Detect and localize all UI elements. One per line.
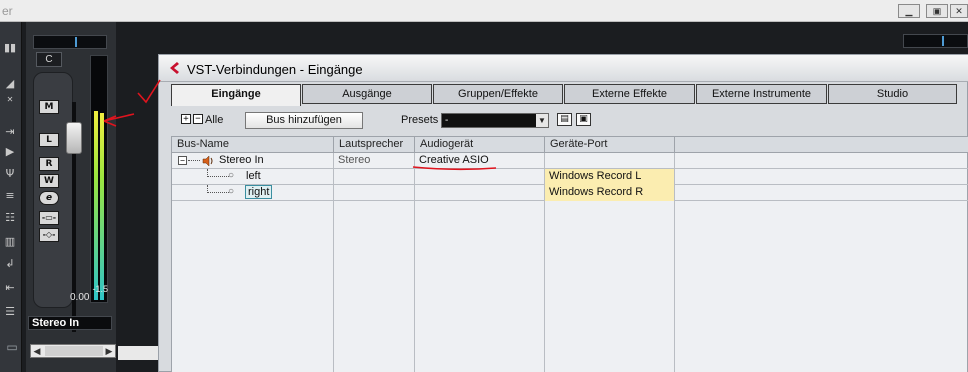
presets-select[interactable]: - ▼ xyxy=(441,113,549,128)
channel-node-icon: ○ xyxy=(228,186,235,197)
meter-bar-left xyxy=(94,111,98,300)
edit-button[interactable]: e xyxy=(39,191,59,205)
tree-connector xyxy=(207,169,229,177)
volume-fader[interactable] xyxy=(66,122,82,154)
channel-mode-label: C xyxy=(36,52,62,67)
device-cell[interactable]: Creative ASIO xyxy=(415,153,545,169)
channel-scrollbar[interactable]: ◀ ▶ xyxy=(30,344,116,358)
meter-bar-right xyxy=(100,113,104,300)
bus-name-cell[interactable]: Stereo In xyxy=(216,153,334,169)
bars-icon[interactable]: ▮▮ xyxy=(3,42,17,54)
keys-icon[interactable]: ▥ xyxy=(3,236,17,248)
column-header-empty xyxy=(675,137,968,153)
host-window-title: er xyxy=(2,4,13,18)
collapse-icon[interactable]: − xyxy=(178,156,187,165)
fader-value: 0.00 xyxy=(70,292,90,303)
tab-external-instruments[interactable]: Externe Instrumente xyxy=(696,84,827,104)
read-button[interactable]: R xyxy=(39,157,59,171)
channel-name[interactable]: Stereo In xyxy=(28,316,112,330)
all-label: Alle xyxy=(205,114,224,126)
background-pan-control xyxy=(903,34,968,48)
speaker-cell[interactable] xyxy=(334,185,415,201)
device-cell[interactable] xyxy=(415,185,545,201)
tab-inputs[interactable]: Eingänge xyxy=(171,84,301,106)
input-icon[interactable]: ⇥ xyxy=(3,126,17,138)
write-button[interactable]: W xyxy=(39,174,59,188)
scroll-right-icon[interactable]: ▶ xyxy=(103,345,115,357)
minimize-button[interactable]: ▁ xyxy=(898,4,920,18)
collapse-all-icon[interactable]: − xyxy=(193,114,203,124)
presets-value: - xyxy=(445,115,449,126)
shape-icon[interactable]: ◢ xyxy=(3,78,17,90)
insert-icon[interactable]: -▭- xyxy=(39,211,59,225)
vst-connections-dialog: VST-Verbindungen - Eingänge Eingänge Aus… xyxy=(158,54,968,372)
tab-external-effects[interactable]: Externe Effekte xyxy=(564,84,695,104)
output-icon[interactable]: ⇤ xyxy=(3,282,17,294)
tree-connector xyxy=(188,160,200,161)
column-header-speaker[interactable]: Lautsprecher xyxy=(334,137,415,153)
lines-icon[interactable]: ≡ xyxy=(3,190,17,202)
presets-label: Presets xyxy=(401,114,439,126)
device-cell[interactable] xyxy=(415,169,545,185)
link-icon[interactable]: -◇- xyxy=(39,228,59,242)
expand-all-icon[interactable]: + xyxy=(181,114,191,124)
bus-name-cell[interactable]: right xyxy=(242,185,334,201)
dialog-titlebar: VST-Verbindungen - Eingänge xyxy=(159,55,968,82)
channel-node-icon: ○ xyxy=(228,170,235,181)
speaker-icon xyxy=(202,155,213,167)
bus-name-selected[interactable]: right xyxy=(244,185,273,199)
tree-connector xyxy=(207,185,229,193)
close-button[interactable]: ✕ xyxy=(950,4,968,18)
port-cell[interactable] xyxy=(545,153,675,169)
host-titlebar: er ▁ ▣ ✕ xyxy=(0,0,968,22)
pan-marker xyxy=(942,36,944,46)
sliders-icon[interactable]: ☷ xyxy=(3,212,17,224)
maximize-button[interactable]: ▣ xyxy=(926,4,948,18)
delete-preset-icon[interactable]: ▣ xyxy=(576,113,591,126)
dialog-toolbar: + − Alle Bus hinzufügen Presets - ▼ ▤ ▣ xyxy=(171,111,957,131)
bus-name-cell[interactable]: left xyxy=(242,169,334,185)
speaker-cell[interactable] xyxy=(334,169,415,185)
scroll-thumb[interactable] xyxy=(45,346,103,356)
tab-studio[interactable]: Studio xyxy=(828,84,957,104)
port-cell[interactable]: Windows Record L xyxy=(545,169,675,185)
scroll-left-icon[interactable]: ◀ xyxy=(31,345,43,357)
tab-outputs[interactable]: Ausgänge xyxy=(302,84,432,104)
close-small-icon[interactable]: ✕ xyxy=(3,94,17,106)
cubase-logo-icon xyxy=(170,62,179,74)
save-preset-icon[interactable]: ▤ xyxy=(557,113,572,126)
bus-table: Bus-Name Lautsprecher Audiogerät Geräte-… xyxy=(171,136,968,372)
folder-icon[interactable]: ▭ xyxy=(4,340,20,354)
fork-icon[interactable]: Ψ xyxy=(3,168,17,180)
port-cell[interactable]: Windows Record R xyxy=(545,185,675,201)
tab-groups-effects[interactable]: Gruppen/Effekte xyxy=(433,84,563,104)
listen-button[interactable]: L xyxy=(39,133,59,147)
dialog-title: VST-Verbindungen - Eingänge xyxy=(187,62,363,77)
column-header-bus-name[interactable]: Bus-Name xyxy=(172,137,334,153)
play-icon[interactable]: ▶ xyxy=(3,146,17,158)
table-row[interactable]: − Stereo In Stereo Creative ASIO xyxy=(172,153,968,169)
table-row[interactable]: ○ left Windows Record L xyxy=(172,169,968,185)
column-header-device[interactable]: Audiogerät xyxy=(415,137,545,153)
pan-control[interactable] xyxy=(33,35,107,49)
tab-bar: Eingänge Ausgänge Gruppen/Effekte Extern… xyxy=(171,84,957,106)
add-bus-button[interactable]: Bus hinzufügen xyxy=(245,112,363,129)
chevron-down-icon[interactable]: ▼ xyxy=(536,114,548,127)
return-icon[interactable]: ↲ xyxy=(3,258,17,270)
pan-marker xyxy=(75,37,77,47)
background-panel xyxy=(118,346,158,360)
level-meter xyxy=(90,55,108,303)
column-header-port[interactable]: Geräte-Port xyxy=(545,137,675,153)
table-row[interactable]: ○ right Windows Record R xyxy=(172,185,968,201)
tool-strip: ▮▮ ◢ ✕ ⇥ ▶ Ψ ≡ ☷ ▥ ↲ ⇤ ☰ xyxy=(0,22,22,372)
mute-button[interactable]: M xyxy=(39,100,59,114)
speaker-cell[interactable]: Stereo xyxy=(334,153,415,169)
list-icon[interactable]: ☰ xyxy=(3,306,17,318)
